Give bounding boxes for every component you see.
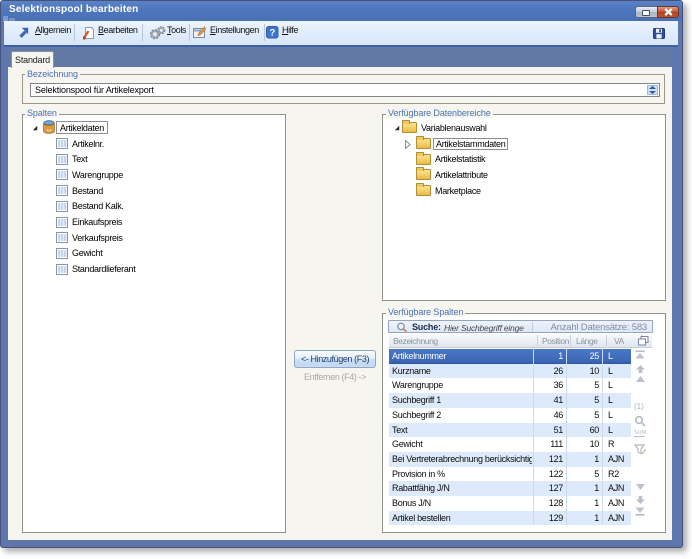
svg-text:?: ?	[269, 28, 275, 39]
